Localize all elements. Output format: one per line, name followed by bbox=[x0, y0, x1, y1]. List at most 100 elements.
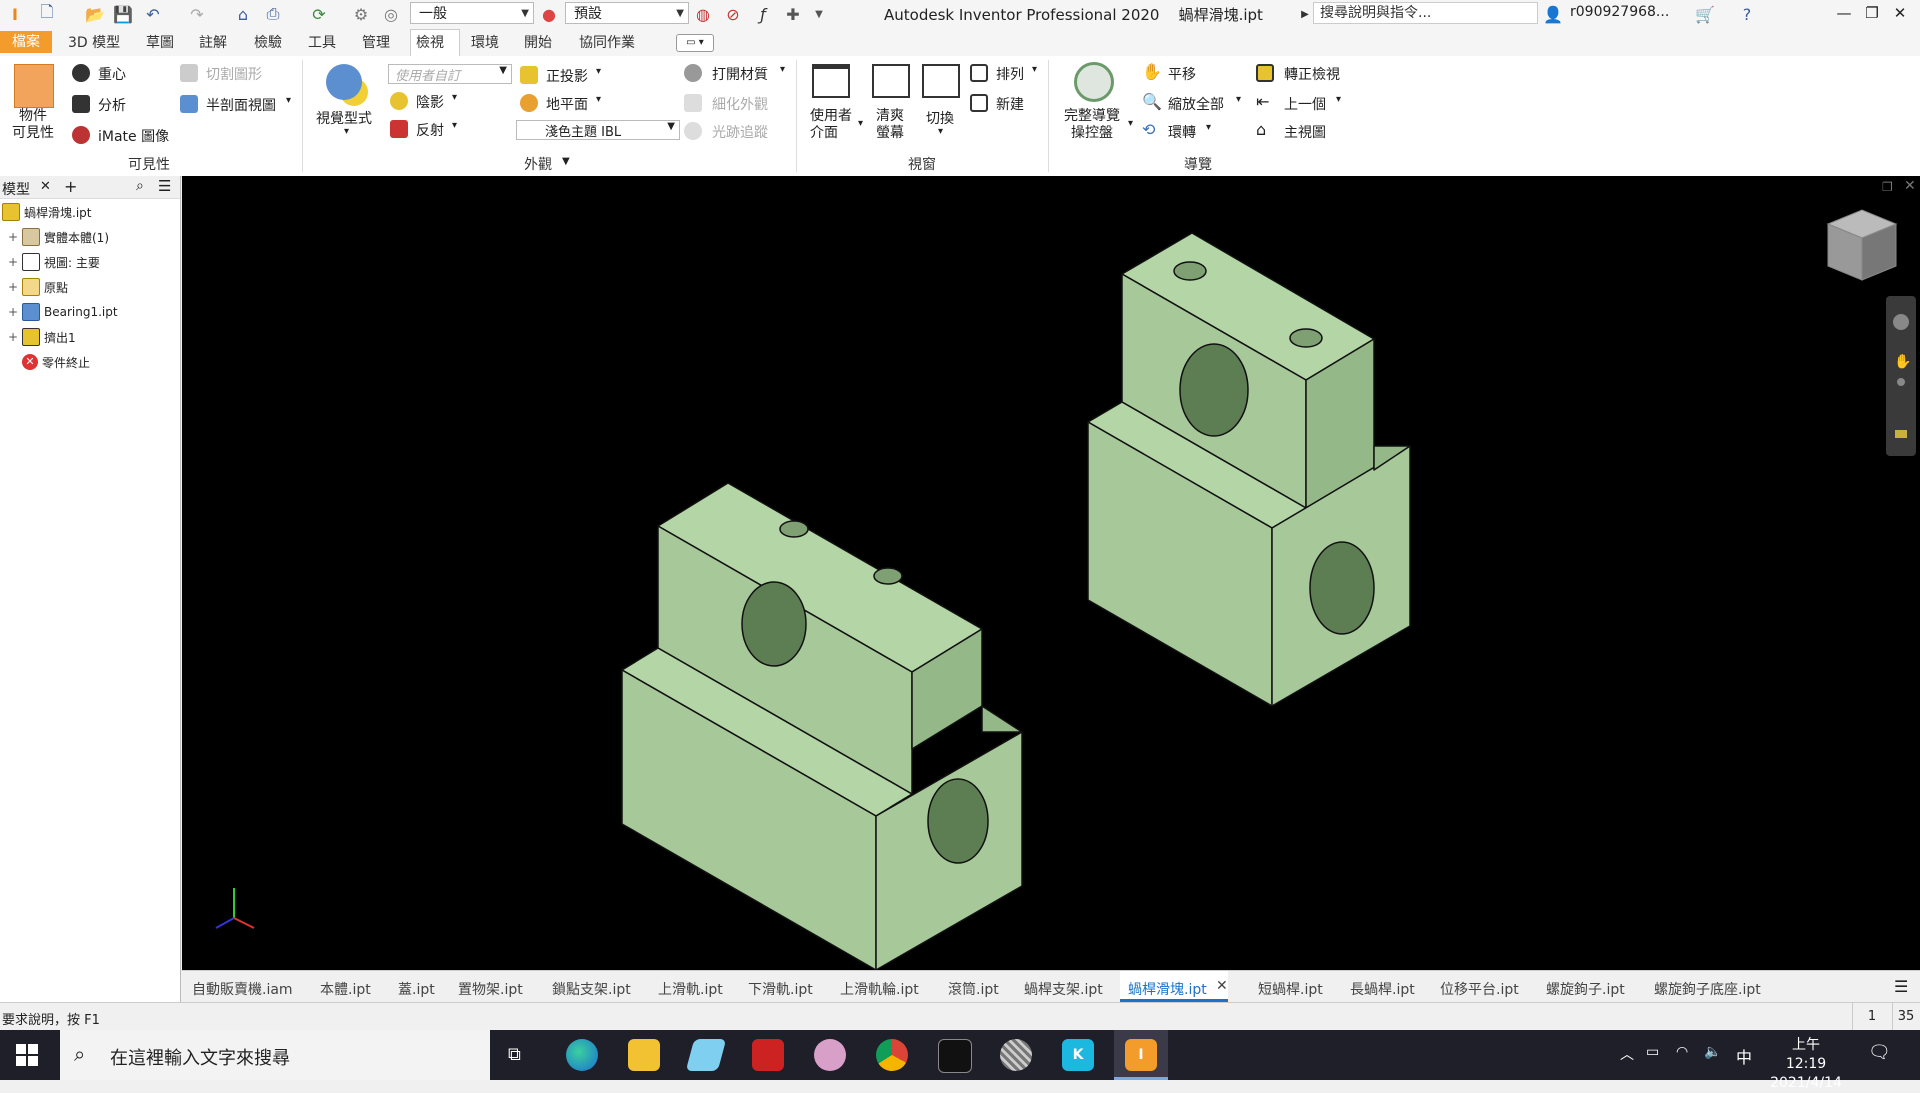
half-section-button[interactable]: 半剖面視圖 bbox=[206, 95, 276, 115]
visual-style-icon[interactable] bbox=[326, 64, 362, 100]
ray-trace-button[interactable]: 光跡追蹤 bbox=[712, 122, 768, 142]
section-shape-button[interactable]: 切割圖形 bbox=[206, 64, 262, 84]
add-icon[interactable]: + bbox=[64, 177, 77, 196]
doc-tab[interactable]: 蓋.ipt bbox=[398, 979, 435, 999]
kkbox-icon[interactable]: K bbox=[1062, 1039, 1094, 1071]
select-icon[interactable]: ⚙ bbox=[350, 4, 372, 24]
task-view-icon[interactable]: ⧉ bbox=[508, 1044, 521, 1065]
center-of-gravity-button[interactable]: 重心 bbox=[98, 64, 126, 84]
switch-window-button[interactable]: 切換 bbox=[926, 108, 954, 128]
tree-item-solid-bodies[interactable]: + 實體本體(1) bbox=[8, 225, 109, 249]
steering-wheel-icon[interactable] bbox=[1893, 314, 1909, 330]
close-icon[interactable]: ✕ bbox=[40, 179, 51, 194]
close-icon[interactable]: ✕ bbox=[1216, 978, 1228, 994]
ime-indicator[interactable]: 中 bbox=[1736, 1044, 1752, 1068]
search-icon[interactable]: ⌕ bbox=[136, 178, 144, 194]
tab-inspect[interactable]: 檢驗 bbox=[254, 32, 282, 52]
part-left[interactable] bbox=[621, 482, 1023, 971]
doc-tab[interactable]: 上滑軌輪.ipt bbox=[840, 979, 919, 999]
battery-icon[interactable]: ▭ bbox=[1646, 1044, 1659, 1060]
user-defined-combo[interactable]: 使用者自訂 ▼ bbox=[388, 64, 512, 84]
analysis-button[interactable]: 分析 bbox=[98, 95, 126, 115]
color-wheel-icon[interactable]: ● bbox=[538, 4, 560, 24]
tab-sketch[interactable]: 草圖 bbox=[146, 32, 174, 52]
zoom-all-button[interactable]: 縮放全部 bbox=[1168, 94, 1224, 114]
tab-view[interactable]: 檢視 bbox=[416, 32, 444, 52]
tree-item-origin[interactable]: + 原點 bbox=[8, 275, 68, 299]
doc-tab[interactable]: 螺旋鉤子.ipt bbox=[1546, 979, 1625, 999]
taskbar-search-box[interactable]: ⌕ 在這裡輸入文字來搜尋 bbox=[60, 1030, 490, 1080]
parameters-icon[interactable]: ƒ bbox=[752, 4, 774, 24]
new-file-icon[interactable]: 🗋 bbox=[36, 2, 58, 24]
arrange-button[interactable]: 排列 bbox=[996, 64, 1024, 84]
tree-item-root[interactable]: 蝸桿滑塊.ipt bbox=[2, 200, 91, 224]
expand-icon[interactable]: + bbox=[8, 280, 18, 294]
chevron-down-icon[interactable]: ▾ bbox=[858, 118, 863, 129]
appearance-adjust-icon[interactable]: ◍ bbox=[692, 4, 714, 24]
new-window-button[interactable]: 新建 bbox=[996, 94, 1024, 114]
ribbon-display-toggle[interactable]: ▭ ▾ bbox=[676, 34, 714, 52]
chevron-down-icon[interactable]: ▾ bbox=[1236, 94, 1241, 105]
tab-3d-model[interactable]: 3D 模型 bbox=[68, 32, 120, 52]
doc-tab[interactable]: 滾筒.ipt bbox=[948, 979, 999, 999]
look-at-button[interactable]: 轉正檢視 bbox=[1284, 64, 1340, 84]
tab-collaborate[interactable]: 協同作業 bbox=[579, 32, 635, 52]
ground-plane-button[interactable]: 地平面 bbox=[546, 94, 588, 114]
chevron-down-icon[interactable]: ▾ bbox=[1128, 118, 1133, 129]
windows-start-icon[interactable] bbox=[16, 1044, 38, 1066]
model-canvas[interactable]: ✋ bbox=[182, 176, 1920, 971]
chevron-down-icon[interactable]: ▾ bbox=[938, 126, 943, 137]
print-icon[interactable]: ⎙ bbox=[262, 4, 284, 24]
chevron-down-icon[interactable]: ▾ bbox=[596, 66, 601, 77]
ibl-combo[interactable]: 淺色主題 IBL ▼ bbox=[516, 120, 680, 140]
doc-tab[interactable]: 位移平台.ipt bbox=[1440, 979, 1519, 999]
look-at-small-icon[interactable] bbox=[1895, 430, 1907, 438]
doc-tab[interactable]: 本體.ipt bbox=[320, 979, 371, 999]
browser-title[interactable]: 模型 bbox=[2, 179, 30, 199]
doc-tab-active[interactable]: 蝸桿滑塊.ipt ✕ bbox=[1120, 971, 1228, 1002]
redo-icon[interactable]: ↷ bbox=[186, 4, 208, 24]
orthographic-button[interactable]: 正投影 bbox=[546, 66, 588, 86]
doc-tab[interactable]: 自動販賣機.iam bbox=[192, 979, 293, 999]
tab-environments[interactable]: 環境 bbox=[471, 32, 499, 52]
app-icon[interactable] bbox=[814, 1039, 846, 1071]
clock[interactable]: 上午 12:19 2021/4/14 bbox=[1770, 1036, 1842, 1093]
add-icon[interactable]: ✚ bbox=[782, 4, 804, 24]
previous-view-button[interactable]: 上一個 bbox=[1284, 94, 1326, 114]
object-visibility-button[interactable]: 物件 可見性 bbox=[12, 108, 54, 142]
clean-screen-icon[interactable] bbox=[872, 64, 910, 98]
customize-qat-icon[interactable]: ▼ bbox=[808, 4, 830, 24]
doc-tab[interactable]: 短蝸桿.ipt bbox=[1258, 979, 1323, 999]
app-icon[interactable] bbox=[1000, 1039, 1032, 1071]
expand-icon[interactable]: + bbox=[8, 330, 18, 344]
orbit-button[interactable]: 環轉 bbox=[1168, 122, 1196, 142]
viewport-close-icon[interactable]: ✕ bbox=[1904, 178, 1916, 194]
open-material-button[interactable]: 打開材質 bbox=[712, 64, 768, 84]
expand-icon[interactable]: + bbox=[8, 305, 18, 319]
viewport-restore-icon[interactable]: ❐ bbox=[1882, 180, 1893, 194]
menu-icon[interactable]: ☰ bbox=[1894, 977, 1908, 996]
user-interface-icon[interactable] bbox=[812, 64, 850, 98]
chevron-down-icon[interactable]: ▾ bbox=[1032, 64, 1037, 75]
tree-item-extrusion[interactable]: + 擠出1 bbox=[8, 325, 76, 349]
zoom-icon[interactable] bbox=[1897, 378, 1905, 386]
help-icon[interactable]: ? bbox=[1736, 4, 1758, 24]
open-file-icon[interactable]: 📂 bbox=[84, 4, 106, 24]
tab-file[interactable]: 檔案 bbox=[0, 31, 52, 53]
chevron-down-icon[interactable]: ▾ bbox=[286, 95, 291, 106]
reflection-button[interactable]: 反射 bbox=[416, 120, 444, 140]
inventor-taskbar-button[interactable]: I bbox=[1114, 1030, 1168, 1080]
clean-screen-button[interactable]: 清爽 螢幕 bbox=[876, 108, 904, 142]
doc-tab[interactable]: 置物架.ipt bbox=[458, 979, 523, 999]
edge-icon[interactable] bbox=[566, 1039, 598, 1071]
visual-style-button[interactable]: 視覺型式 bbox=[316, 108, 372, 128]
expand-icon[interactable]: + bbox=[8, 255, 18, 269]
chevron-down-icon[interactable]: ▾ bbox=[596, 94, 601, 105]
home-icon[interactable]: ⌂ bbox=[232, 4, 254, 24]
pan-button[interactable]: 平移 bbox=[1168, 64, 1196, 84]
home-view-button[interactable]: 主視圖 bbox=[1284, 122, 1326, 142]
chevron-down-icon[interactable]: ▾ bbox=[452, 120, 457, 131]
doc-tab[interactable]: 下滑軌.ipt bbox=[748, 979, 813, 999]
wifi-icon[interactable]: ◠ bbox=[1676, 1044, 1688, 1060]
chevron-down-icon[interactable]: ▾ bbox=[780, 64, 785, 75]
